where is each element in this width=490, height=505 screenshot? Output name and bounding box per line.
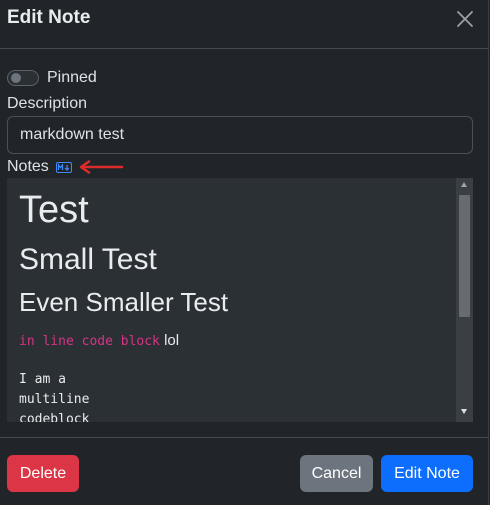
notes-preview[interactable]: Test Small Test Even Smaller Test in lin…: [7, 178, 473, 422]
edit-note-button[interactable]: Edit Note: [381, 455, 473, 492]
edit-note-modal: Edit Note Pinned Description Notes Test: [0, 0, 489, 505]
annotation-arrow-icon: [79, 160, 124, 174]
code-line: codeblock: [19, 412, 90, 422]
code-line: I am a: [19, 372, 66, 387]
notes-heading-2: Small Test: [19, 243, 157, 276]
inline-code-line: in line code block lol: [19, 332, 179, 349]
delete-button[interactable]: Delete: [7, 455, 79, 492]
notes-label-row: Notes: [7, 157, 124, 177]
modal-footer: Delete Cancel Edit Note: [0, 437, 489, 505]
notes-label: Notes: [7, 158, 49, 175]
markdown-icon: [55, 161, 72, 173]
close-icon[interactable]: [455, 9, 475, 29]
code-line: multiline: [19, 392, 90, 407]
cancel-button[interactable]: Cancel: [300, 455, 373, 492]
code-block: I am a multiline codeblock: [19, 370, 89, 422]
modal-title: Edit Note: [7, 7, 91, 28]
notes-heading-3: Even Smaller Test: [19, 287, 229, 317]
scroll-down-icon[interactable]: [461, 409, 467, 414]
description-label: Description: [7, 95, 88, 112]
description-input[interactable]: [7, 116, 473, 154]
pinned-label: Pinned: [47, 69, 97, 86]
notes-scrollbar[interactable]: [456, 178, 473, 422]
scroll-up-icon[interactable]: [461, 182, 467, 187]
switch-knob: [11, 73, 21, 83]
inline-text: lol: [164, 332, 180, 349]
pinned-toggle-row: Pinned: [7, 68, 97, 88]
notes-heading-1: Test: [19, 189, 89, 231]
modal-header: Edit Note: [0, 0, 489, 49]
scroll-thumb[interactable]: [459, 195, 470, 317]
pinned-switch[interactable]: [7, 70, 39, 86]
inline-code: in line code block: [19, 334, 160, 349]
